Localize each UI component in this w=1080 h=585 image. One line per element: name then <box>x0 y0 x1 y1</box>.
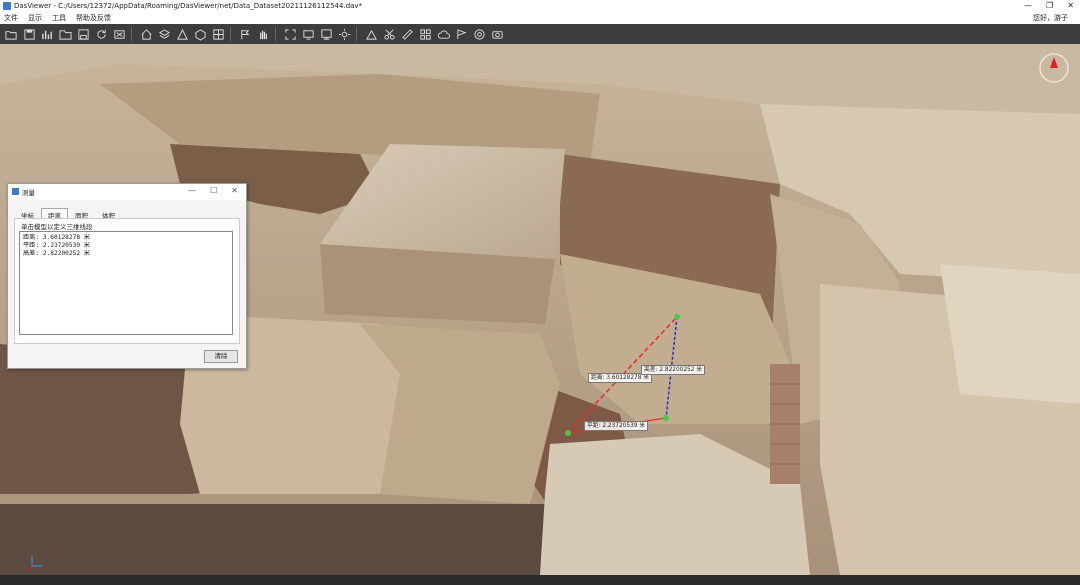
maximize-button[interactable]: ❐ <box>1046 0 1053 12</box>
tile-icon[interactable] <box>418 27 432 41</box>
status-bar <box>0 575 1080 585</box>
fullscreen-icon[interactable] <box>283 27 297 41</box>
height-label: 高差: 2.82200252 米 <box>641 365 706 375</box>
flag2-icon[interactable] <box>454 27 468 41</box>
app-logo-icon <box>3 2 11 10</box>
refresh-icon[interactable] <box>94 27 108 41</box>
menu-view[interactable]: 显示 <box>28 12 42 24</box>
dialog-minimize-button[interactable]: — <box>188 186 196 195</box>
save-file-icon[interactable] <box>22 27 36 41</box>
horizontal-distance-label: 平距: 2.23720539 米 <box>584 421 649 431</box>
result-height: 高差: 2.82200252 米 <box>23 250 90 257</box>
folder-open-icon[interactable] <box>4 27 18 41</box>
toolbar-divider <box>275 27 276 41</box>
export-icon[interactable] <box>112 27 126 41</box>
dialog-app-icon <box>12 188 19 195</box>
toolbar-divider <box>131 27 132 41</box>
folder-icon[interactable] <box>58 27 72 41</box>
sun-icon[interactable] <box>337 27 351 41</box>
home-icon[interactable] <box>139 27 153 41</box>
distance-panel: 单击模型以定义三维线段 距离: 3.60128278 米 平距: 2.23720… <box>14 218 240 344</box>
cone-icon[interactable] <box>175 27 189 41</box>
window-title: DasViewer - C:/Users/12372/AppData/Roami… <box>14 2 363 10</box>
toolbar-divider <box>230 27 231 41</box>
minimize-button[interactable]: — <box>1024 0 1032 12</box>
polygon-icon[interactable] <box>193 27 207 41</box>
dialog-maximize-button[interactable]: ☐ <box>210 186 217 195</box>
grid-icon[interactable] <box>211 27 225 41</box>
menu-tools[interactable]: 工具 <box>52 12 66 24</box>
dialog-title-bar[interactable]: 测量 — ☐ ✕ <box>8 184 246 200</box>
cloud-icon[interactable] <box>436 27 450 41</box>
menu-file[interactable]: 文件 <box>4 12 18 24</box>
clear-button[interactable]: 清除 <box>204 350 238 363</box>
screen-icon[interactable] <box>301 27 315 41</box>
dialog-close-button[interactable]: ✕ <box>231 186 238 195</box>
end-point <box>674 314 680 320</box>
scissors-icon[interactable] <box>382 27 396 41</box>
camera-icon[interactable] <box>490 27 504 41</box>
title-bar: DasViewer - C:/Users/12372/AppData/Roami… <box>0 0 1080 12</box>
measure-hint: 单击模型以定义三维线段 <box>21 223 93 231</box>
save-icon[interactable] <box>76 27 90 41</box>
layers-icon[interactable] <box>157 27 171 41</box>
menu-bar: 文件 显示 工具 帮助及反馈 您好，游子 <box>0 12 1080 24</box>
target-icon[interactable] <box>472 27 486 41</box>
result-distance: 距离: 3.60128278 米 <box>23 234 90 241</box>
toolbar-divider <box>356 27 357 41</box>
chart-icon[interactable] <box>40 27 54 41</box>
result-horizontal: 平距: 2.23720539 米 <box>23 242 90 249</box>
result-textbox[interactable]: 距离: 3.60128278 米 平距: 2.23720539 米 高差: 2.… <box>19 231 233 335</box>
toolbar <box>0 24 1080 44</box>
close-button[interactable]: ✕ <box>1067 0 1074 12</box>
user-greeting[interactable]: 您好，游子 <box>1033 12 1068 24</box>
ruler-icon[interactable] <box>400 27 414 41</box>
menu-help[interactable]: 帮助及反馈 <box>76 12 111 24</box>
measure-icon[interactable] <box>364 27 378 41</box>
start-point <box>565 430 571 436</box>
flag-icon[interactable] <box>238 27 252 41</box>
monitor-icon[interactable] <box>319 27 333 41</box>
corner-point <box>663 415 669 421</box>
measure-dialog: 测量 — ☐ ✕ 坐标 距离 面积 体积 单击模型以定义三维线段 距离: 3.6… <box>7 183 247 369</box>
dialog-title: 测量 <box>22 189 35 197</box>
hand-icon[interactable] <box>256 27 270 41</box>
